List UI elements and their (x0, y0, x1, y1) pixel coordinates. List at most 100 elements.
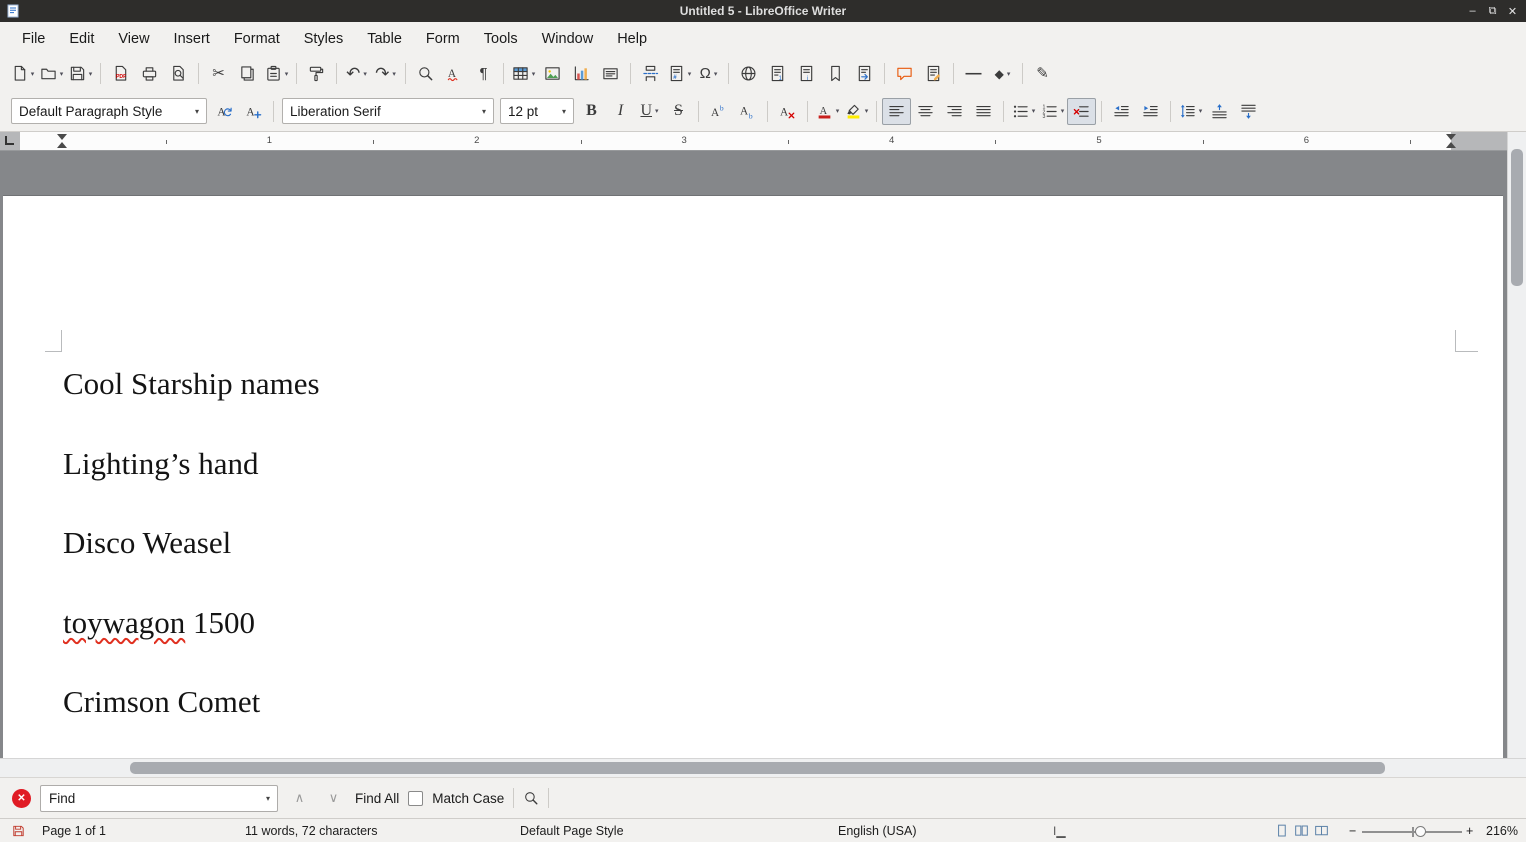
new-document-dropdown-arrow[interactable]: ▾ (31, 70, 35, 78)
insert-footnote-button[interactable] (763, 60, 792, 87)
paragraph-style-dropdown-arrow[interactable]: ▾ (195, 107, 199, 116)
underline-dropdown-arrow[interactable]: ▾ (655, 107, 659, 115)
ruler-text-area[interactable] (20, 132, 1451, 150)
strikethrough-button[interactable]: S (664, 98, 693, 125)
titlebar[interactable]: Untitled 5 - LibreOffice Writer – ⧉ ✕ (0, 0, 1526, 22)
track-changes-button[interactable] (919, 60, 948, 87)
zoom-slider[interactable] (1362, 821, 1462, 841)
single-page-view-icon[interactable] (1274, 823, 1289, 838)
page-style[interactable]: Default Page Style (520, 824, 624, 838)
save-dropdown-arrow[interactable]: ▾ (89, 70, 93, 78)
line-spacing-dropdown-arrow[interactable]: ▾ (1199, 107, 1203, 115)
font-size-combo[interactable]: 12 pt▾ (500, 98, 574, 124)
insert-horizontal-line-button[interactable]: — (959, 60, 988, 87)
find-previous-button[interactable]: ∧ (287, 786, 312, 810)
increase-paragraph-spacing-button[interactable] (1205, 98, 1234, 125)
formatting-marks-button[interactable]: ¶ (469, 60, 498, 87)
font-name-combo[interactable]: Liberation Serif▾ (282, 98, 494, 124)
justify-button[interactable] (969, 98, 998, 125)
ordered-list-dropdown-arrow[interactable]: ▾ (1061, 107, 1065, 115)
insert-table-button[interactable]: ▾ (509, 60, 538, 87)
redo-button[interactable]: ↷▾ (371, 60, 400, 87)
find-input[interactable] (49, 791, 262, 806)
new-document-button[interactable]: ▾ (8, 60, 37, 87)
zoom-in-button[interactable]: + (1466, 824, 1473, 838)
undo-dropdown-arrow[interactable]: ▾ (363, 70, 367, 78)
find-all-button[interactable]: Find All (355, 791, 399, 806)
line-spacing-button[interactable]: ▾ (1176, 98, 1205, 125)
italic-button[interactable]: I (606, 98, 635, 125)
selection-mode-icon[interactable]: I▁ (1053, 824, 1066, 838)
spelling-button[interactable] (440, 60, 469, 87)
book-view-icon[interactable] (1314, 823, 1329, 838)
paste-dropdown-arrow[interactable]: ▾ (285, 70, 289, 78)
menu-insert[interactable]: Insert (162, 26, 222, 52)
open-dropdown-arrow[interactable]: ▾ (60, 70, 64, 78)
vertical-scrollbar[interactable] (1507, 132, 1526, 758)
zoom-level[interactable]: 216% (1482, 824, 1518, 838)
highlight-color-dropdown-arrow[interactable]: ▾ (865, 107, 869, 115)
horizontal-scrollbar[interactable] (0, 758, 1526, 777)
find-next-button[interactable]: ∨ (321, 786, 346, 810)
menu-table[interactable]: Table (355, 26, 414, 52)
close-find-bar-button[interactable]: ✕ (12, 789, 31, 808)
menu-edit[interactable]: Edit (57, 26, 106, 52)
subscript-button[interactable] (733, 98, 762, 125)
show-draw-functions-button[interactable]: ✎ (1028, 60, 1057, 87)
insert-special-character-dropdown-arrow[interactable]: ▾ (714, 70, 718, 78)
insert-hyperlink-button[interactable] (734, 60, 763, 87)
clone-formatting-button[interactable] (302, 60, 331, 87)
menu-help[interactable]: Help (605, 26, 659, 52)
zoom-out-button[interactable]: − (1349, 824, 1356, 838)
superscript-button[interactable] (704, 98, 733, 125)
menu-file[interactable]: File (10, 26, 57, 52)
bold-button[interactable]: B (577, 98, 606, 125)
ruler[interactable]: 123456 (0, 132, 1507, 151)
highlight-color-button[interactable]: ▾ (842, 98, 871, 125)
unordered-list-dropdown-arrow[interactable]: ▾ (1032, 107, 1036, 115)
find-and-replace-button[interactable] (411, 60, 440, 87)
redo-dropdown-arrow[interactable]: ▾ (392, 70, 396, 78)
undo-button[interactable]: ↶▾ (342, 60, 371, 87)
document-page[interactable]: Cool Starship names Lighting’s hand Disc… (3, 195, 1503, 758)
menu-format[interactable]: Format (222, 26, 292, 52)
close-button[interactable]: ✕ (1504, 3, 1521, 20)
clear-formatting-button[interactable] (773, 98, 802, 125)
insert-field-button[interactable]: ▾ (665, 60, 694, 87)
insert-special-character-button[interactable]: Ω▾ (694, 60, 723, 87)
restore-button[interactable]: ⧉ (1484, 3, 1501, 20)
save-button[interactable]: ▾ (66, 60, 95, 87)
increase-indent-button[interactable] (1136, 98, 1165, 125)
menu-view[interactable]: View (106, 26, 161, 52)
multi-page-view-icon[interactable] (1294, 823, 1309, 838)
match-case-checkbox[interactable] (408, 791, 423, 806)
page-count[interactable]: Page 1 of 1 (42, 824, 106, 838)
print-button[interactable] (135, 60, 164, 87)
basic-shapes-dropdown-arrow[interactable]: ▾ (1007, 70, 1011, 78)
copy-button[interactable] (233, 60, 262, 87)
insert-comment-button[interactable] (890, 60, 919, 87)
font-size-dropdown-arrow[interactable]: ▾ (562, 107, 566, 116)
font-color-button[interactable]: ▾ (813, 98, 842, 125)
decrease-paragraph-spacing-button[interactable] (1234, 98, 1263, 125)
minimize-button[interactable]: – (1464, 3, 1481, 20)
menu-styles[interactable]: Styles (292, 26, 356, 52)
no-list-button[interactable] (1067, 98, 1096, 125)
insert-field-dropdown-arrow[interactable]: ▾ (688, 70, 692, 78)
horizontal-scrollbar-thumb[interactable] (130, 762, 1385, 774)
insert-image-button[interactable] (538, 60, 567, 87)
match-case-label[interactable]: Match Case (432, 791, 504, 806)
zoom-slider-thumb[interactable] (1415, 826, 1426, 837)
align-center-button[interactable] (911, 98, 940, 125)
align-left-button[interactable] (882, 98, 911, 125)
insert-text-box-button[interactable] (596, 60, 625, 87)
find-input-combo[interactable]: ▾ (40, 785, 278, 812)
open-button[interactable]: ▾ (37, 60, 66, 87)
insert-page-break-button[interactable] (636, 60, 665, 87)
underline-button[interactable]: U▾ (635, 98, 664, 125)
align-right-button[interactable] (940, 98, 969, 125)
find-and-replace-icon[interactable] (523, 790, 539, 806)
menu-window[interactable]: Window (530, 26, 606, 52)
menu-tools[interactable]: Tools (472, 26, 530, 52)
font-color-dropdown-arrow[interactable]: ▾ (836, 107, 840, 115)
